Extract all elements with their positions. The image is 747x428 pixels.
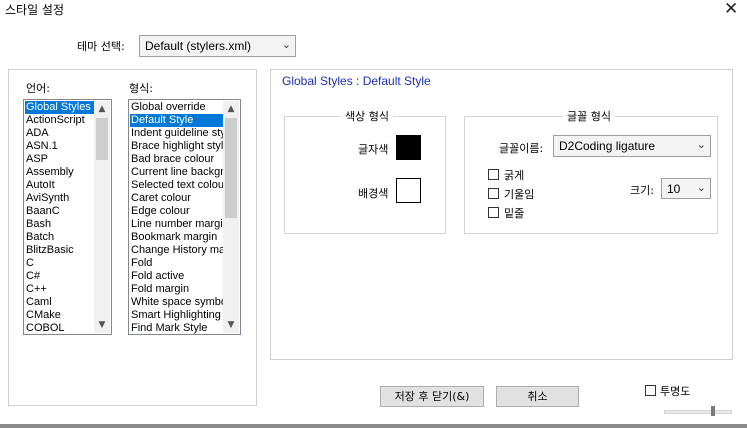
colour-group: [284, 116, 446, 234]
background-color-swatch[interactable]: [396, 178, 421, 203]
transparency-checkbox[interactable]: [645, 385, 656, 396]
language-list[interactable]: Global Styles ActionScript ADA ASN.1 ASP Asse…: [23, 99, 112, 335]
style-list-item[interactable]: Smart Highlighting: [130, 309, 223, 322]
font-size-label: 크기:: [630, 184, 654, 197]
style-list-item[interactable]: Fold margin: [130, 283, 223, 296]
language-list-item[interactable]: ASP: [25, 153, 94, 166]
language-list-item[interactable]: BlitzBasic: [25, 244, 94, 257]
scroll-up-icon[interactable]: ▲: [94, 101, 110, 117]
style-list-item[interactable]: Bad brace colour: [130, 153, 223, 166]
style-list-item[interactable]: Default Style: [130, 114, 223, 127]
foreground-color-swatch[interactable]: [396, 135, 421, 160]
language-label: 언어:: [26, 82, 50, 95]
style-list-item[interactable]: Caret colour: [130, 192, 223, 205]
colour-group-title: 색상 형식: [341, 108, 393, 124]
language-list-item[interactable]: BaanC: [25, 205, 94, 218]
close-icon[interactable]: ✕: [724, 0, 738, 19]
italic-label: 기울임: [504, 188, 535, 201]
language-list-item[interactable]: C#: [25, 270, 94, 283]
scroll-down-icon[interactable]: ▼: [223, 317, 239, 333]
language-list-item[interactable]: ActionScript: [25, 114, 94, 127]
italic-checkbox[interactable]: [488, 188, 499, 199]
transparency-slider-thumb[interactable]: [711, 406, 715, 416]
style-heading: Global Styles : Default Style: [282, 74, 431, 88]
style-list-item[interactable]: Edge colour: [130, 205, 223, 218]
language-list-item[interactable]: C++: [25, 283, 94, 296]
style-list-item[interactable]: Indent guideline style: [130, 127, 223, 140]
language-list-scrollbar[interactable]: ▲ ▼: [94, 101, 110, 333]
style-list-item[interactable]: Line number margin: [130, 218, 223, 231]
language-list-item[interactable]: Caml: [25, 296, 94, 309]
font-size-select[interactable]: 10 ⌄: [661, 178, 711, 199]
style-list-item[interactable]: White space symbol: [130, 296, 223, 309]
style-list-item[interactable]: Find Mark Style: [130, 322, 223, 334]
language-list-item[interactable]: Bash: [25, 218, 94, 231]
chevron-down-icon: ⌄: [696, 138, 706, 151]
font-name-select[interactable]: D2Coding ligature ⌄: [553, 135, 711, 157]
language-list-item[interactable]: CMake: [25, 309, 94, 322]
style-list-item[interactable]: Fold active: [130, 270, 223, 283]
underline-checkbox[interactable]: [488, 207, 499, 218]
background-label: 배경색: [358, 187, 389, 200]
language-list-item[interactable]: AutoIt: [25, 179, 94, 192]
underline-label: 밑줄: [504, 207, 525, 220]
language-list-item[interactable]: Global Styles: [25, 101, 94, 114]
theme-select[interactable]: Default (stylers.xml) ⌄: [139, 35, 296, 57]
style-list-item[interactable]: Bookmark margin: [130, 231, 223, 244]
language-list-item[interactable]: C: [25, 257, 94, 270]
style-list[interactable]: Global override Default Style Indent guide…: [128, 99, 241, 335]
style-label: 형식:: [129, 82, 153, 95]
font-name-value: D2Coding ligature: [559, 139, 656, 153]
cancel-button[interactable]: 취소: [496, 386, 579, 407]
chevron-down-icon: ⌄: [696, 181, 706, 194]
font-name-label: 글꼴이름:: [499, 142, 544, 155]
bold-label: 굵게: [504, 169, 525, 182]
style-list-item[interactable]: Global override: [130, 101, 223, 114]
foreground-label: 글자색: [358, 143, 389, 156]
theme-select-value: Default (stylers.xml): [145, 39, 252, 53]
scroll-thumb[interactable]: [225, 118, 237, 218]
style-list-item[interactable]: Selected text colour: [130, 179, 223, 192]
font-size-value: 10: [667, 182, 681, 196]
font-group-title: 글꼴 형식: [563, 108, 615, 124]
save-and-close-button[interactable]: 저장 후 닫기(&): [380, 386, 484, 407]
style-list-item[interactable]: Change History margin: [130, 244, 223, 257]
style-list-item[interactable]: Brace highlight style: [130, 140, 223, 153]
style-list-scrollbar[interactable]: ▲ ▼: [223, 101, 239, 333]
chevron-down-icon: ⌄: [281, 38, 291, 51]
language-list-item[interactable]: Batch: [25, 231, 94, 244]
theme-label: 테마 선택:: [77, 40, 125, 53]
window-title: 스타일 설정: [5, 3, 65, 17]
language-list-item[interactable]: AviSynth: [25, 192, 94, 205]
language-list-item[interactable]: ADA: [25, 127, 94, 140]
transparency-slider-track[interactable]: [664, 410, 732, 414]
scroll-down-icon[interactable]: ▼: [94, 317, 110, 333]
language-list-item[interactable]: ASN.1: [25, 140, 94, 153]
language-list-item[interactable]: Assembly: [25, 166, 94, 179]
style-list-item[interactable]: Fold: [130, 257, 223, 270]
scroll-thumb[interactable]: [96, 118, 108, 160]
scroll-up-icon[interactable]: ▲: [223, 101, 239, 117]
font-group: [464, 116, 718, 234]
transparency-label: 투명도: [660, 385, 691, 398]
bold-checkbox[interactable]: [488, 169, 499, 180]
language-list-item[interactable]: COBOL: [25, 322, 94, 334]
window-bottom-edge: [0, 424, 747, 428]
style-list-item[interactable]: Current line background colour: [130, 166, 223, 179]
